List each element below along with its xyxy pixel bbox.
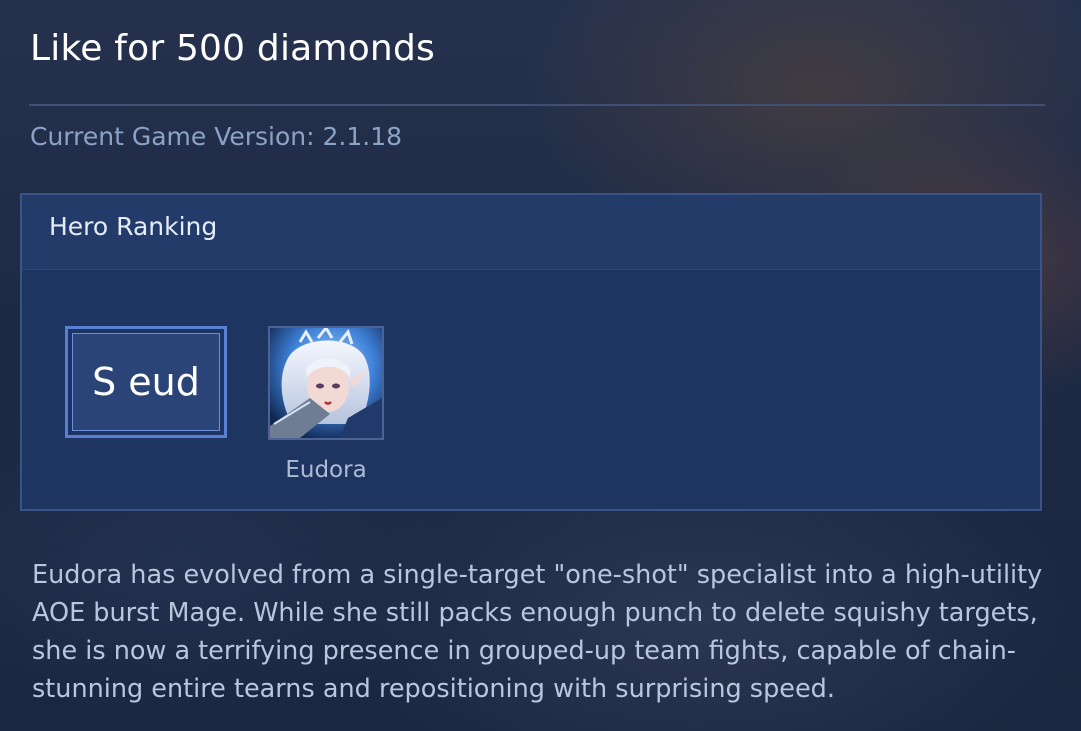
game-version-text: Current Game Version: 2.1.18: [30, 122, 403, 151]
hero-ranking-header: Hero Ranking: [22, 195, 1040, 270]
hero-description: Eudora has evolved from a single-target …: [32, 560, 1043, 704]
page-title: Like for 500 diamonds: [30, 28, 435, 69]
hero-card-eudora[interactable]: [268, 326, 384, 440]
tier-label: S eud: [72, 333, 220, 431]
hero-ranking-panel: Hero Ranking S eud Eudora: [20, 193, 1042, 511]
title-divider: [29, 104, 1045, 106]
hero-portrait-eudora-icon: [270, 328, 382, 438]
hero-name-eudora: Eudora: [285, 457, 367, 483]
hero-ranking-title: Hero Ranking: [49, 212, 218, 241]
tier-badge: S eud: [65, 326, 227, 438]
